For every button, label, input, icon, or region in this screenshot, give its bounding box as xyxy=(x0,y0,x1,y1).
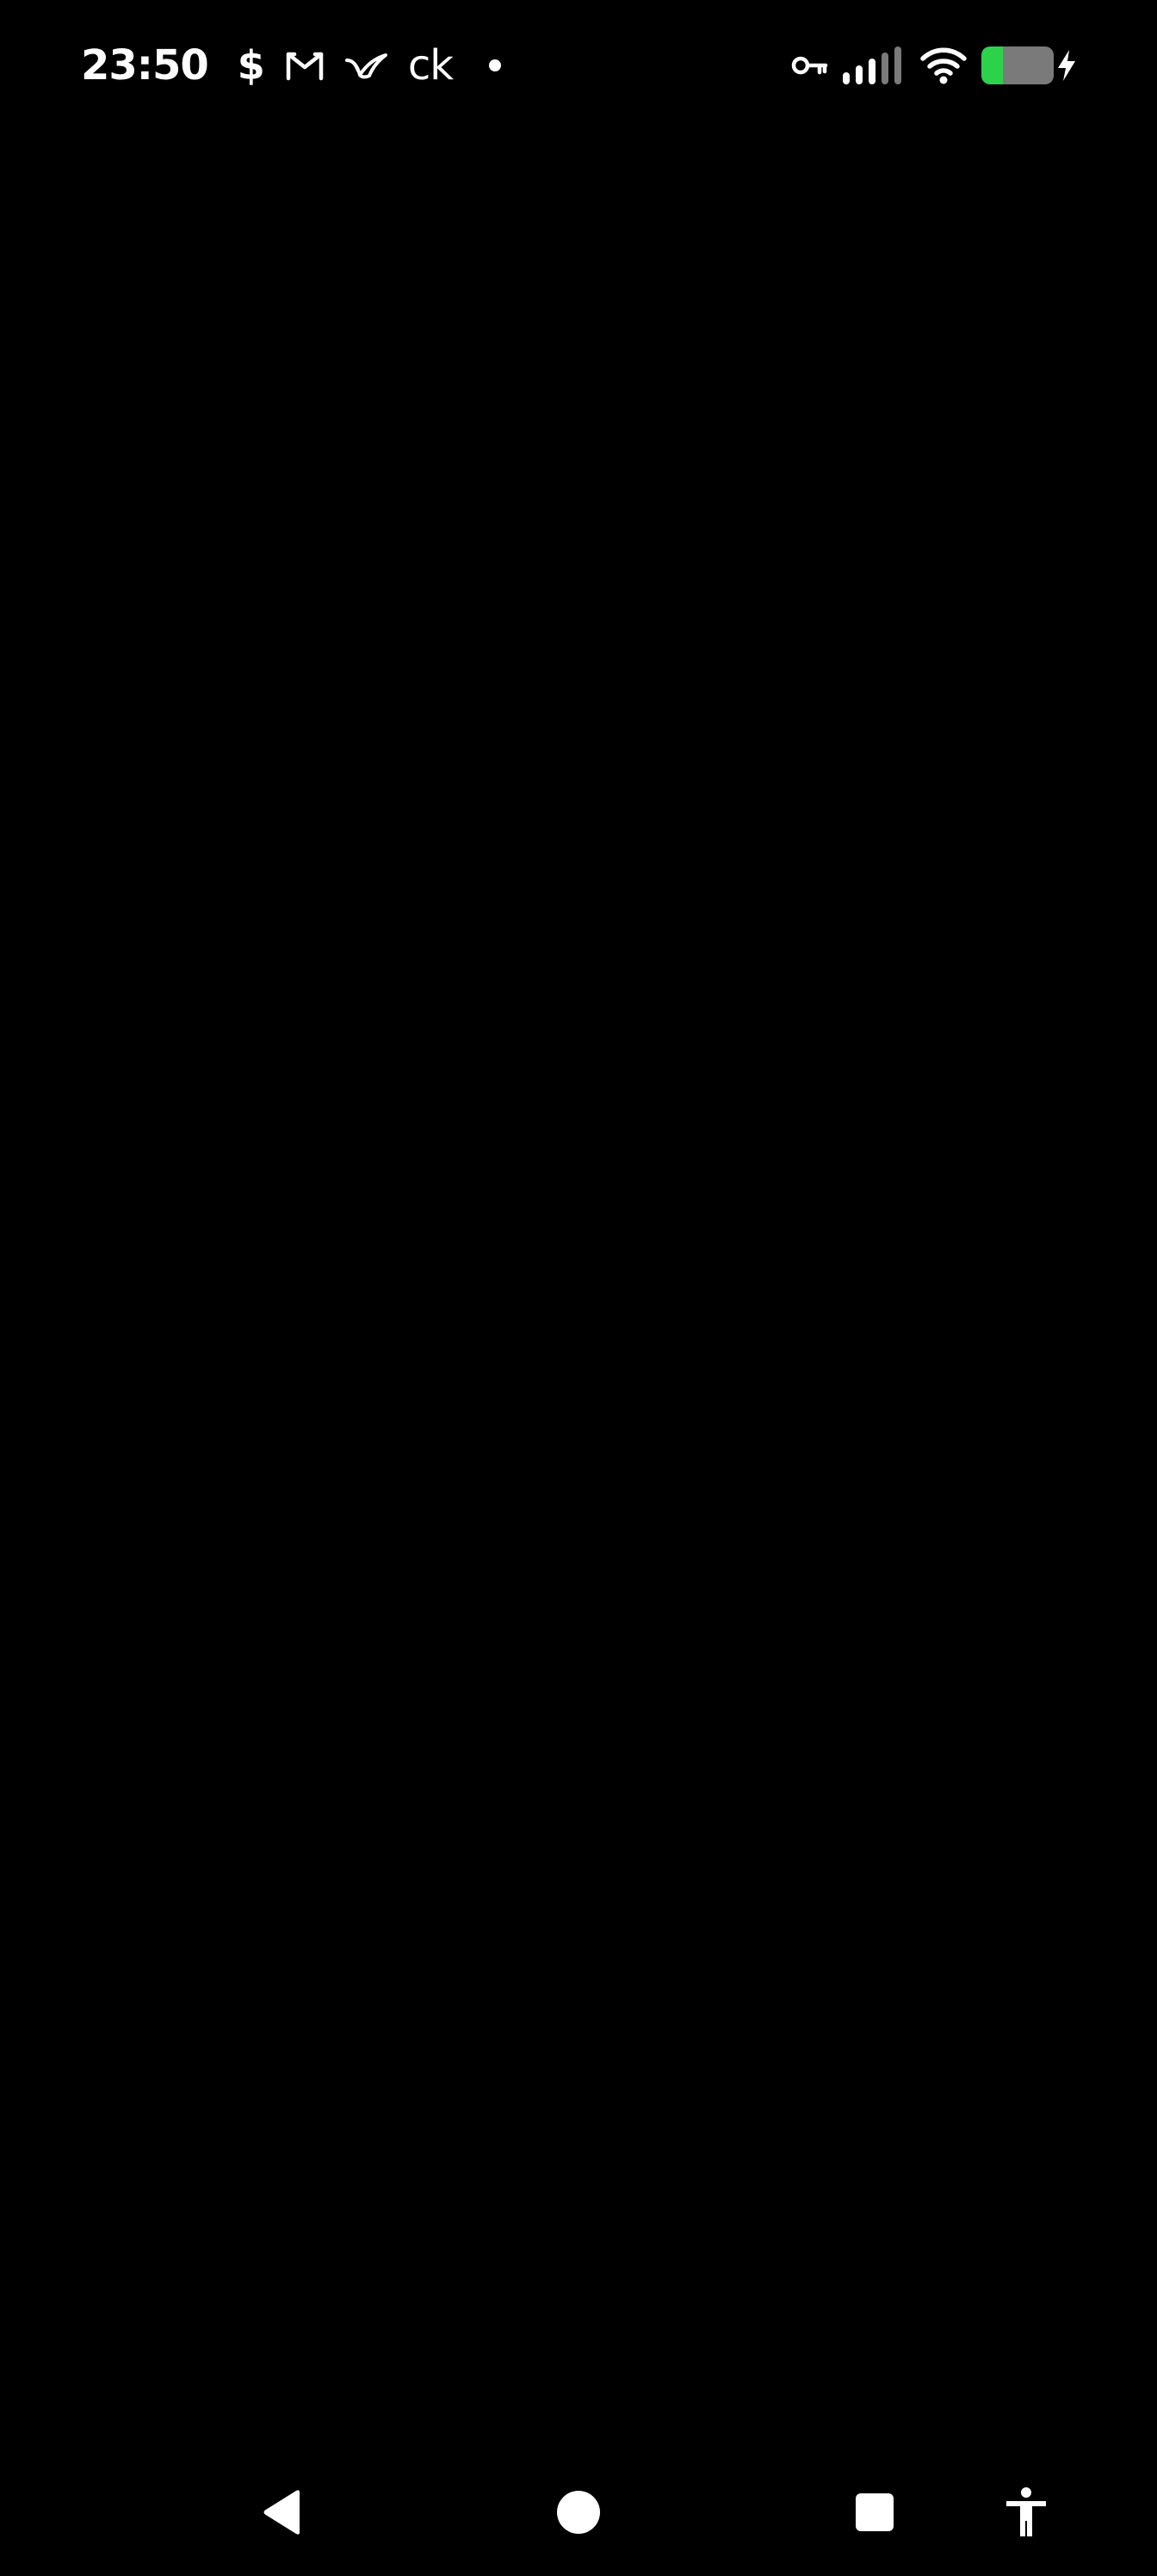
battery-charging-icon xyxy=(981,46,1078,84)
battery-body xyxy=(981,46,1054,84)
status-bar: 23:50 $ ck xyxy=(0,0,1157,131)
clock: 23:50 xyxy=(81,41,209,90)
home-circle-icon xyxy=(557,2491,600,2534)
vpn-key-icon xyxy=(790,53,828,77)
recents-square-icon xyxy=(856,2493,894,2531)
status-left-group: 23:50 $ ck xyxy=(81,34,501,96)
dollar-icon: $ xyxy=(238,40,265,91)
notification-icons: $ ck xyxy=(238,40,501,91)
navigation-bar xyxy=(0,2445,1157,2576)
cellular-signal-icon xyxy=(842,46,906,84)
ck-glyph: ck xyxy=(407,41,454,90)
gmail-icon xyxy=(284,40,325,91)
accessibility-person-icon xyxy=(1006,2487,1046,2536)
ck-icon: ck xyxy=(407,40,454,91)
charging-bolt-icon xyxy=(1058,50,1075,81)
home-button[interactable] xyxy=(544,2478,613,2547)
bird-icon xyxy=(344,40,389,91)
accessibility-button[interactable] xyxy=(992,2478,1061,2547)
status-right-group xyxy=(776,34,1078,96)
back-triangle-icon xyxy=(263,2490,300,2535)
battery-level xyxy=(981,46,1004,84)
recents-button[interactable] xyxy=(840,2478,909,2547)
wifi-icon xyxy=(919,46,968,84)
back-button[interactable] xyxy=(248,2478,317,2547)
dollar-glyph: $ xyxy=(237,42,265,89)
more-notifications-dot xyxy=(489,59,501,71)
